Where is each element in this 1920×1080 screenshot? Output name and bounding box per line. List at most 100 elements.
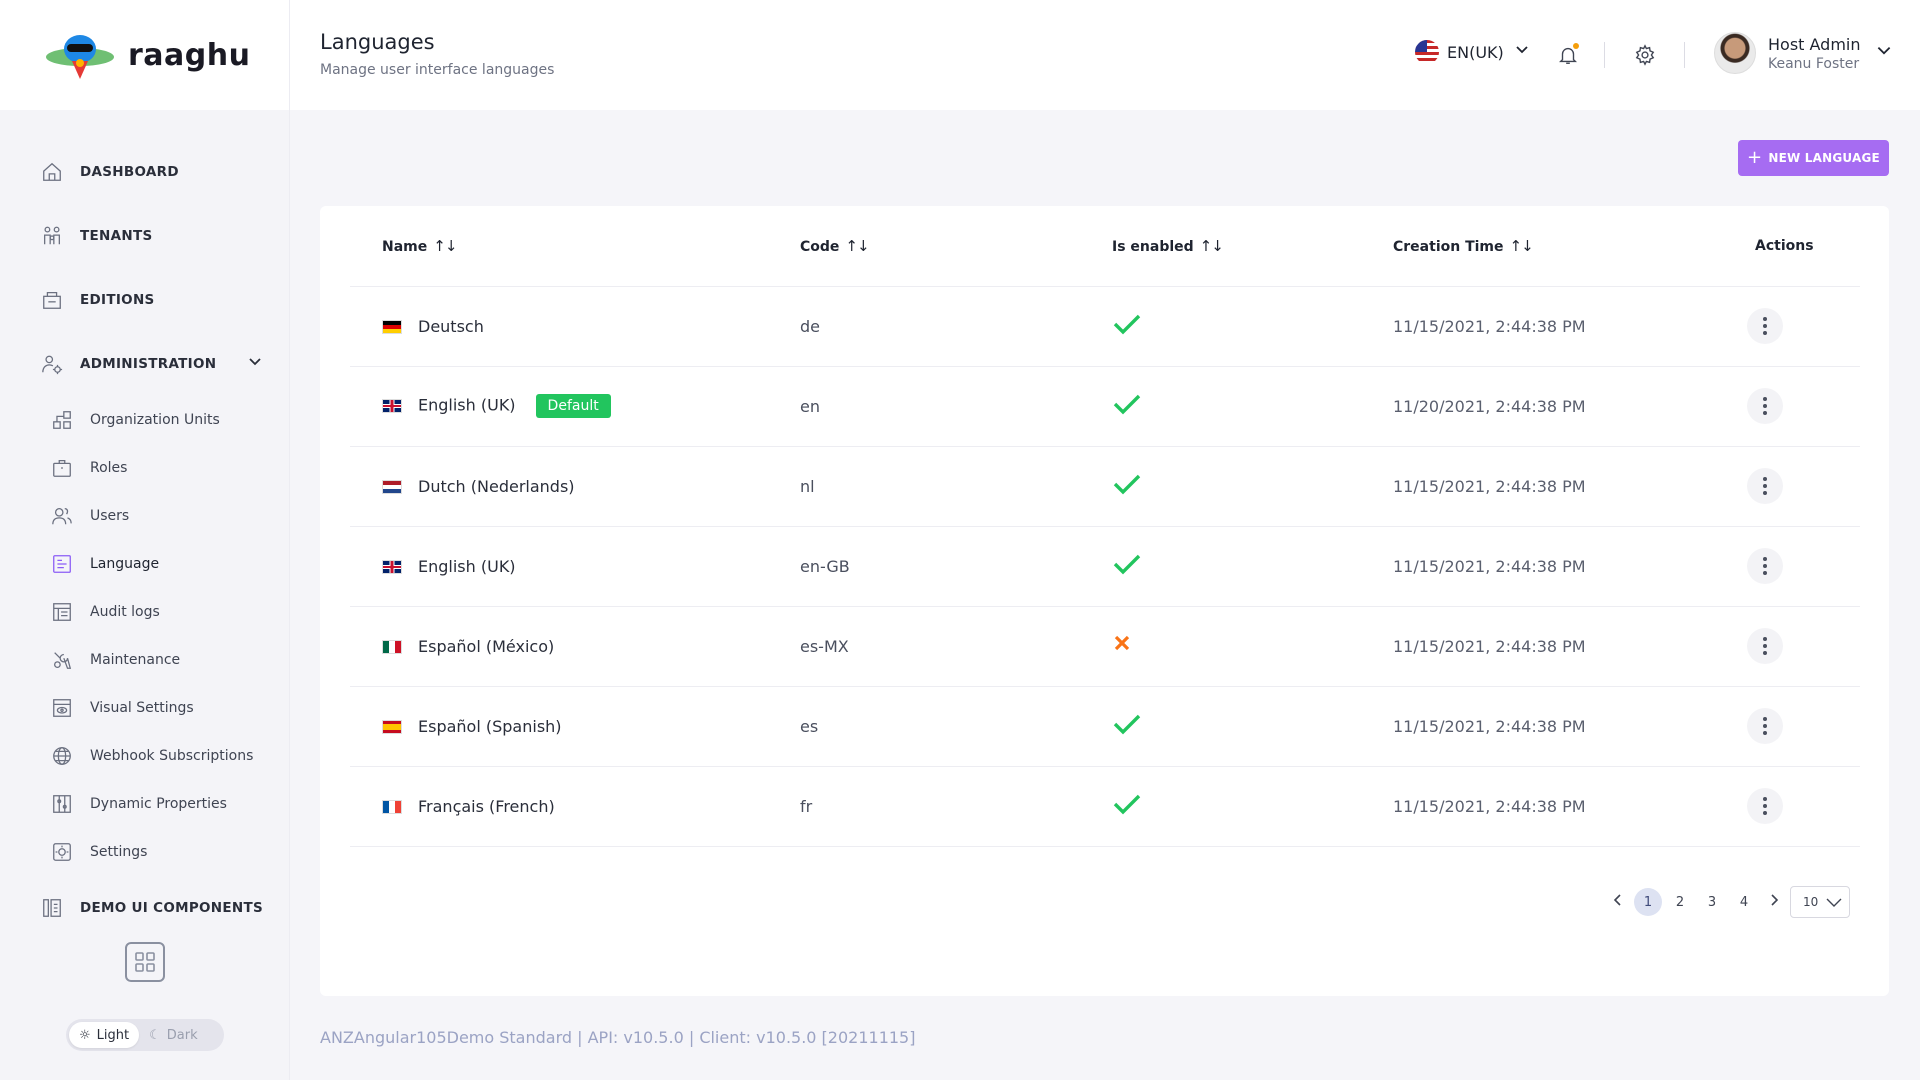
header-divider (1604, 42, 1605, 68)
page-title: Languages (320, 30, 435, 54)
page-button-1[interactable]: 1 (1634, 888, 1662, 916)
table-row[interactable]: Español (Spanish) es 11/15/2021, 2:44:38 P… (350, 686, 1860, 767)
column-header-code[interactable]: Code ↑↓ (800, 206, 1112, 287)
check-icon (1113, 394, 1141, 415)
apps-grid-button[interactable] (125, 942, 165, 982)
notification-button[interactable] (1555, 42, 1581, 68)
page-button-3[interactable]: 3 (1698, 888, 1726, 916)
sidebar-item-label: Roles (90, 460, 128, 476)
row-actions-button[interactable] (1747, 388, 1783, 424)
sidebar-item-administration[interactable]: ADMINISTRATION (0, 332, 289, 396)
language-selector[interactable]: EN(UK) (1415, 40, 1530, 64)
new-language-button[interactable]: + NEW LANGUAGE (1738, 140, 1889, 176)
row-actions-button[interactable] (1747, 708, 1783, 744)
theme-toggle[interactable]: ☼ Light ☾ Dark (66, 1019, 224, 1051)
sidebar-item-label: DASHBOARD (80, 164, 179, 180)
roles-icon (50, 456, 74, 480)
sidebar-item-label: Language (90, 556, 160, 572)
tenants-icon (40, 224, 64, 248)
more-vertical-icon (1763, 797, 1767, 815)
sidebar-item-webhook-subscriptions[interactable]: Webhook Subscriptions (0, 732, 289, 780)
row-actions-button[interactable] (1747, 628, 1783, 664)
sidebar-item-dashboard[interactable]: DASHBOARD (0, 140, 289, 204)
logo[interactable]: raaghu (0, 0, 289, 110)
row-actions-button[interactable] (1747, 548, 1783, 584)
cell-code: en-GB (800, 526, 1112, 607)
language-name: Dutch (Nederlands) (418, 476, 575, 496)
sidebar-item-label: Webhook Subscriptions (90, 748, 254, 764)
cell-code: nl (800, 446, 1112, 527)
cell-code: fr (800, 766, 1112, 847)
chevron-down-icon (1514, 42, 1530, 62)
table-row[interactable]: English (UK) en-GB 11/15/2021, 2:44:38 PM (350, 526, 1860, 607)
check-icon (1113, 714, 1141, 735)
flag-mx-icon (382, 640, 402, 654)
page-size-select[interactable]: 10 (1790, 886, 1850, 918)
cell-name: Français (French) (350, 766, 800, 847)
sidebar-item-tenants[interactable]: TENANTS (0, 204, 289, 268)
sidebar-item-language[interactable]: Language (0, 540, 289, 588)
column-header-is-enabled[interactable]: Is enabled ↑↓ (1112, 206, 1393, 287)
sidebar-item-visual-settings[interactable]: Visual Settings (0, 684, 289, 732)
chevron-left-icon[interactable] (1610, 892, 1626, 912)
language-name: English (UK) (418, 556, 516, 576)
avatar (1714, 32, 1756, 74)
cell-creation-time: 11/20/2021, 2:44:38 PM (1393, 366, 1727, 447)
sidebar-item-roles[interactable]: Roles (0, 444, 289, 492)
table-row[interactable]: Français (French) fr 11/15/2021, 2:44:38 P… (350, 766, 1860, 847)
table-row[interactable]: Dutch (Nederlands) nl 11/15/2021, 2:44:38 … (350, 446, 1860, 527)
check-icon (1113, 474, 1141, 495)
table-row[interactable]: Deutsch de 11/15/2021, 2:44:38 PM (350, 286, 1860, 367)
footer-version: ANZAngular105Demo Standard | API: v10.5.… (320, 1028, 916, 1047)
more-vertical-icon (1763, 397, 1767, 415)
sidebar-item-organization-units[interactable]: Organization Units (0, 396, 289, 444)
sidebar-item-users[interactable]: Users (0, 492, 289, 540)
cell-actions (1727, 766, 1860, 847)
sun-icon: ☼ (79, 1027, 91, 1043)
chevron-right-icon[interactable] (1766, 892, 1782, 912)
sidebar-item-label: Users (90, 508, 130, 524)
sidebar-item-dynamic-properties[interactable]: Dynamic Properties (0, 780, 289, 828)
settings-icon (50, 840, 74, 864)
sidebar-item-maintenance[interactable]: Maintenance (0, 636, 289, 684)
flag-gb-icon (382, 560, 402, 574)
page-button-4[interactable]: 4 (1730, 888, 1758, 916)
cell-is-enabled (1112, 446, 1393, 527)
sidebar-item-audit-logs[interactable]: Audit logs (0, 588, 289, 636)
cell-code: en (800, 366, 1112, 447)
default-badge: Default (535, 394, 611, 418)
cell-name: Español (Spanish) (350, 686, 800, 767)
top-header: Languages Manage user interface language… (290, 0, 1920, 110)
org-units-icon (50, 408, 74, 432)
cell-creation-time: 11/15/2021, 2:44:38 PM (1393, 526, 1727, 607)
sidebar-item-editions[interactable]: EDITIONS (0, 268, 289, 332)
cell-name: English (UK) (350, 526, 800, 607)
flag-nl-icon (382, 480, 402, 494)
sidebar-item-label: Audit logs (90, 604, 160, 620)
cell-creation-time: 11/15/2021, 2:44:38 PM (1393, 686, 1727, 767)
column-header-creation-time[interactable]: Creation Time ↑↓ (1393, 206, 1727, 287)
theme-dark-option[interactable]: ☾ Dark (139, 1022, 208, 1048)
sidebar-item-label: TENANTS (80, 228, 153, 244)
table-header-row: Name ↑↓ Code ↑↓ Is enabled ↑↓ Creation Time… (350, 206, 1860, 287)
user-menu[interactable]: Host Admin Keanu Foster (1714, 32, 1893, 74)
check-icon (1113, 794, 1141, 815)
table-row[interactable]: English (UK) Default en 11/20/2021, 2:44:38… (350, 366, 1860, 447)
table-row[interactable]: Español (México) es-MX 11/15/2021, 2:44:38… (350, 606, 1860, 687)
notification-dot (1573, 43, 1579, 49)
sidebar-item-settings[interactable]: Settings (0, 828, 289, 876)
page-button-2[interactable]: 2 (1666, 888, 1694, 916)
row-actions-button[interactable] (1747, 468, 1783, 504)
cell-is-enabled (1112, 286, 1393, 367)
cell-is-enabled (1112, 526, 1393, 607)
language-name: Deutsch (418, 316, 484, 336)
theme-light-option[interactable]: ☼ Light (69, 1022, 140, 1048)
row-actions-button[interactable] (1747, 788, 1783, 824)
editions-icon (40, 288, 64, 312)
sidebar-item-label: Organization Units (90, 412, 220, 428)
settings-button[interactable] (1632, 42, 1658, 68)
column-header-name[interactable]: Name ↑↓ (350, 206, 800, 287)
sidebar-item-demo-ui-components[interactable]: DEMO UI COMPONENTS (0, 876, 289, 940)
cell-code: es (800, 686, 1112, 767)
row-actions-button[interactable] (1747, 308, 1783, 344)
